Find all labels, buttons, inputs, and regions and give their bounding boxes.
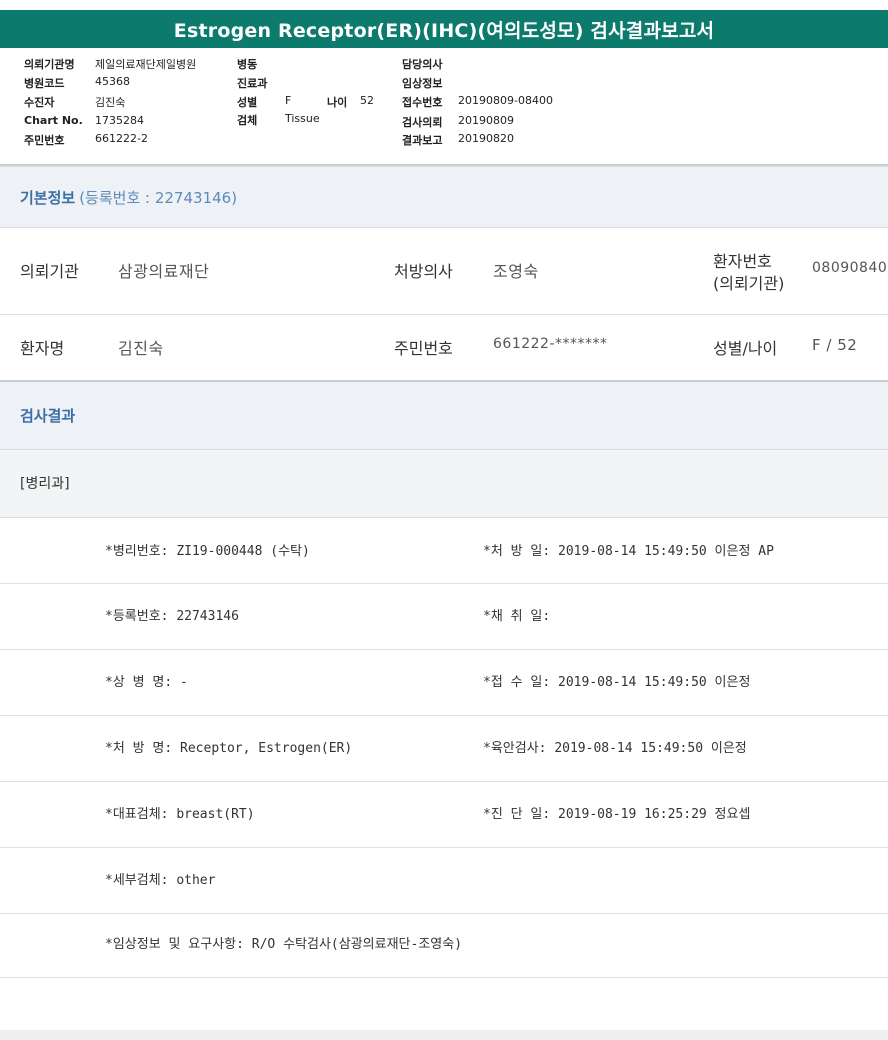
info-row-1: 의뢰기관명 제일의료재단제일병원 병동 담당의사 (0, 56, 888, 75)
info-value: Tissue (285, 112, 320, 125)
basic-info-section-header: 기본정보 (등록번호 : 22743146) (0, 166, 888, 228)
basic-info-heading: 기본정보 (20, 188, 76, 207)
info-row-4: Chart No. 1735284 검체 Tissue 검사의뢰 2019080… (0, 112, 888, 133)
prescription-name: *처 방 명: Receptor, Estrogen(ER) (105, 741, 353, 756)
referring-institution-label: 의뢰기관 (20, 262, 79, 281)
info-row-3: 수진자 김진숙 성별 F 나이 52 접수번호 20190809-08400 (0, 94, 888, 113)
detailed-specimen: *세부검체: other (105, 873, 216, 888)
info-value: 제일의료재단제일병원 (95, 58, 197, 71)
info-value: F (285, 94, 292, 107)
info-label: 담당의사 (402, 58, 443, 71)
info-value: 20190809-08400 (458, 94, 553, 107)
department-band: [병리과] (0, 450, 888, 518)
basic-info-row-1: 의뢰기관 삼광의료재단 처방의사 조영숙 환자번호 (의뢰기관) 0809084… (0, 228, 888, 315)
info-label: 병동 (237, 58, 258, 71)
info-label: 접수번호 (402, 96, 443, 109)
footer-band (0, 1030, 888, 1040)
patient-number-sublabel: (의뢰기관) (713, 274, 785, 293)
info-label: 검체 (237, 114, 258, 127)
report-header-info: 의뢰기관명 제일의료재단제일병원 병동 담당의사 병원코드 45368 진료과 … (0, 54, 888, 164)
info-value: 김진숙 (95, 96, 126, 109)
sex-age-value: F / 52 (812, 336, 858, 354)
info-label: Chart No. (24, 114, 83, 127)
diagnosis-date: *진 단 일: 2019-08-19 16:25:29 정요셉 (483, 807, 751, 822)
registration-number: (등록번호 : 22743146) (79, 188, 238, 207)
prescribing-doctor-value: 조영숙 (493, 262, 539, 281)
collection-date: *채 취 일: (483, 609, 551, 624)
registration-number-field: *등록번호: 22743146 (105, 609, 239, 624)
patient-name-label: 환자명 (20, 339, 65, 358)
representative-specimen: *대표검체: breast(RT) (105, 807, 255, 822)
result-row: *대표검체: breast(RT) *진 단 일: 2019-08-19 16:… (0, 782, 888, 848)
result-row: *처 방 명: Receptor, Estrogen(ER) *육안검사: 20… (0, 716, 888, 782)
resident-number-label: 주민번호 (394, 339, 453, 358)
info-row-2: 병원코드 45368 진료과 임상정보 (0, 75, 888, 94)
referring-institution-value: 삼광의료재단 (118, 262, 210, 281)
info-row-5: 주민번호 661222-2 결과보고 20190820 (0, 132, 888, 151)
results-heading: 검사결과 (20, 407, 76, 425)
info-label: 임상정보 (402, 77, 443, 90)
info-value: 45368 (95, 75, 130, 88)
info-label: 검사의뢰 (402, 116, 443, 129)
result-row: *상 병 명: - *접 수 일: 2019-08-14 15:49:50 이은… (0, 650, 888, 716)
info-label: 나이 (327, 96, 348, 109)
info-label: 의뢰기관명 (24, 58, 75, 71)
sex-age-label: 성별/나이 (713, 339, 778, 358)
department-label: [병리과] (20, 476, 70, 492)
info-label: 결과보고 (402, 134, 443, 147)
info-value: 1735284 (95, 114, 144, 127)
info-value: 20190809 (458, 114, 514, 127)
gross-exam-date: *육안검사: 2019-08-14 15:49:50 이은정 (483, 741, 747, 756)
receipt-date: *접 수 일: 2019-08-14 15:49:50 이은정 (483, 675, 751, 690)
result-row: *병리번호: ZI19-000448 (수탁) *처 방 일: 2019-08-… (0, 518, 888, 584)
pathology-number: *병리번호: ZI19-000448 (수탁) (105, 544, 310, 559)
basic-info-row-2: 환자명 김진숙 주민번호 661222-******* 성별/나이 F / 52 (0, 315, 888, 382)
info-value: 52 (360, 94, 374, 107)
resident-number-value: 661222-******* (493, 336, 608, 352)
result-row: *등록번호: 22743146 *채 취 일: (0, 584, 888, 650)
clinical-info-requests: *임상정보 및 요구사항: R/O 수탁검사(삼광의료재단-조영숙) (105, 937, 463, 952)
info-label: 주민번호 (24, 134, 65, 147)
prescribing-doctor-label: 처방의사 (394, 262, 453, 281)
prescription-date: *처 방 일: 2019-08-14 15:49:50 이은정 AP (483, 544, 774, 559)
results-section-header: 검사결과 (0, 382, 888, 450)
patient-number-label: 환자번호 (713, 252, 772, 271)
info-value: 20190820 (458, 132, 514, 145)
info-label: 수진자 (24, 96, 55, 109)
info-label: 병원코드 (24, 77, 65, 90)
result-row: *세부검체: other (0, 848, 888, 914)
info-label: 진료과 (237, 77, 268, 90)
info-value: 661222-2 (95, 132, 148, 145)
info-label: 성별 (237, 96, 258, 109)
disease-name: *상 병 명: - (105, 675, 188, 690)
patient-name-value: 김진숙 (118, 339, 164, 358)
report-title: Estrogen Receptor(ER)(IHC)(여의도성모) 검사결과보고… (0, 10, 888, 48)
result-row: *임상정보 및 요구사항: R/O 수탁검사(삼광의료재단-조영숙) (0, 914, 888, 978)
patient-number-value: 08090840 (812, 260, 888, 276)
